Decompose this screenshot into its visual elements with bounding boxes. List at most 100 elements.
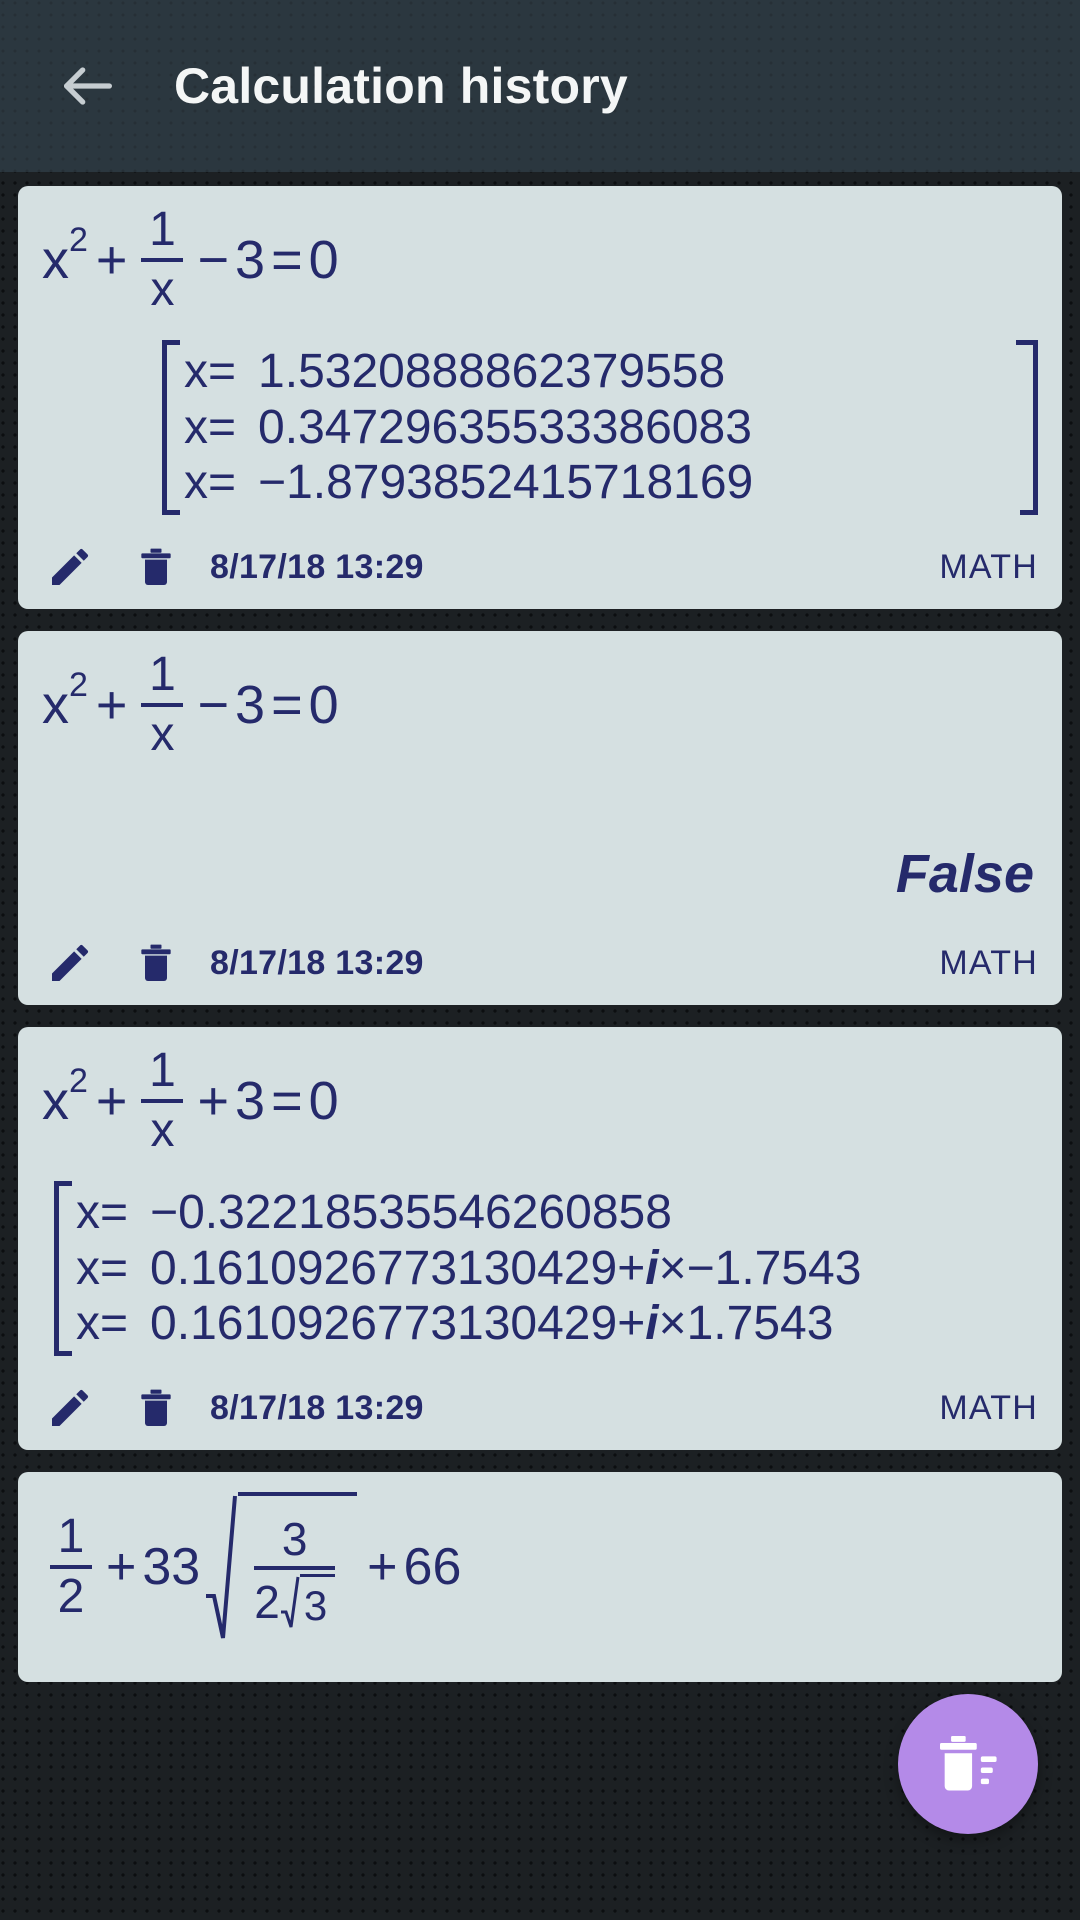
expression: 1 2 + 33 3 2 3 + 66 [42,1492,1038,1642]
card-footer: 8/17/18 13:29 MATH [42,525,1038,609]
result-label: x= [76,1241,129,1295]
expr-op1: + [95,230,128,290]
card-footer: 8/17/18 13:29 MATH [42,1366,1038,1450]
radicand-fraction: 3 2 3 [254,1513,336,1630]
expr-term: 3 [235,1071,266,1132]
fraction-denominator: 2 [57,1570,85,1624]
trash-icon[interactable] [128,1380,184,1436]
expr-exponent: 2 [69,1062,88,1101]
expr-op2: + [197,1071,230,1132]
result-value: 0.34729635533386083 [258,400,752,454]
expr-base: x [42,675,69,736]
history-card[interactable]: x2 + 1 x − 3 = 0 x= 1.5320888862379558 x… [18,186,1062,610]
fraction-numerator: 1 [149,648,176,702]
result-row: x= 0.1610926773130429 + i × −1.7543 [76,1241,1038,1297]
expr-op1: + [106,1538,137,1597]
history-card[interactable]: x2 + 1 x + 3 = 0 x= −0.32218535546260858 [18,1027,1062,1451]
expr-fraction: 1 2 [50,1513,92,1621]
expr-rhs: 0 [308,1071,339,1132]
expr-op2: − [197,675,230,736]
result-row: x= −0.32218535546260858 [76,1185,1038,1241]
expr-exponent: 2 [69,666,88,705]
expr-op1: + [95,1071,128,1132]
result-times: × [658,1241,687,1295]
result-label: x= [184,345,237,398]
bracket-left-icon [162,340,184,516]
imaginary-value: −1.7543 [686,1241,862,1295]
expr-coefficient: 33 [142,1538,201,1597]
imaginary-unit: i [645,1241,659,1295]
history-card[interactable]: 1 2 + 33 3 2 3 + 66 [18,1472,1062,1683]
result-value: 0.1610926773130429 [150,1297,618,1351]
mode-tag: MATH [939,943,1038,982]
expr-fraction: 1 x [141,203,184,316]
fraction-numerator: 1 [149,1044,176,1098]
expr-rhs: 0 [308,230,339,290]
trash-icon[interactable] [128,935,184,991]
imaginary-unit: i [645,1297,659,1351]
page-title: Calculation history [174,58,628,114]
expr-equals: = [271,230,303,290]
back-arrow-icon[interactable] [28,26,148,146]
mode-tag: MATH [939,1388,1038,1427]
expr-base: x [42,230,69,290]
result-row: x= 1.5320888862379558 [184,344,1016,400]
result-label: x= [76,1297,129,1351]
imaginary-value: 1.7543 [686,1297,834,1351]
fraction-denominator: x [150,1104,175,1158]
result-row: x= 0.34729635533386083 [184,400,1016,456]
result-row: x= 0.1610926773130429 + i × 1.7543 [76,1296,1038,1352]
expr-term: 3 [235,230,266,290]
result-block: x= −0.32218535546260858 x= 0.16109267731… [54,1181,1038,1357]
trash-icon[interactable] [128,539,184,595]
fraction-denominator: x [150,708,175,762]
app-bar: Calculation history [0,0,1080,172]
result-op: + [617,1241,646,1295]
expr-tail: 66 [403,1538,462,1597]
pencil-icon[interactable] [42,935,98,991]
result-times: × [658,1297,687,1351]
result-value: −1.8793852415718169 [258,456,754,510]
bracket-right-icon [1016,340,1038,516]
mode-tag: MATH [939,547,1038,586]
expression: x2 + 1 x − 3 = 0 [42,651,1038,759]
fraction-numerator: 1 [57,1510,85,1564]
history-list[interactable]: x2 + 1 x − 3 = 0 x= 1.5320888862379558 x… [0,172,1080,1920]
pencil-icon[interactable] [42,1380,98,1436]
expression: x2 + 1 x − 3 = 0 [42,206,1038,314]
radicand-den-coefficient: 2 [254,1576,280,1629]
expr-op2: + [367,1538,398,1597]
expr-equals: = [271,1071,303,1132]
history-card[interactable]: x2 + 1 x − 3 = 0 False 8/17/18 13:29 MAT… [18,631,1062,1006]
expr-op2: − [197,230,230,290]
expr-equals: = [271,675,303,736]
timestamp: 8/17/18 13:29 [210,943,424,982]
expr-rhs: 0 [308,675,339,736]
result-row: x= −1.8793852415718169 [184,455,1016,511]
expr-fraction: 1 x [141,1044,184,1158]
result-value: False [895,844,1034,905]
result-value: 0.1610926773130429 [150,1241,618,1295]
result-op: + [617,1297,646,1351]
result-block: x= 1.5320888862379558 x= 0.3472963553338… [162,340,1038,516]
result-label: x= [76,1186,129,1240]
bracket-left-icon [54,1181,76,1357]
expr-base: x [42,1071,69,1132]
radicand-denominator: 2 3 [254,1570,336,1630]
timestamp: 8/17/18 13:29 [210,547,424,586]
fraction-denominator: x [150,263,175,316]
nested-radical-icon: 3 [280,1574,336,1630]
expr-fraction: 1 x [141,648,184,762]
fraction-numerator: 1 [149,203,176,256]
result-label: x= [184,456,237,510]
nested-radicand: 3 [299,1574,336,1630]
expr-exponent: 2 [69,221,88,259]
result-label: x= [184,400,237,454]
result-value: −0.32218535546260858 [150,1186,672,1240]
radicand-numerator: 3 [281,1513,308,1566]
result-value: 1.5320888862379558 [258,345,726,398]
pencil-icon[interactable] [42,539,98,595]
clear-all-trash-icon[interactable] [898,1694,1038,1834]
expr-term: 3 [235,675,266,736]
expr-op1: + [95,675,128,736]
